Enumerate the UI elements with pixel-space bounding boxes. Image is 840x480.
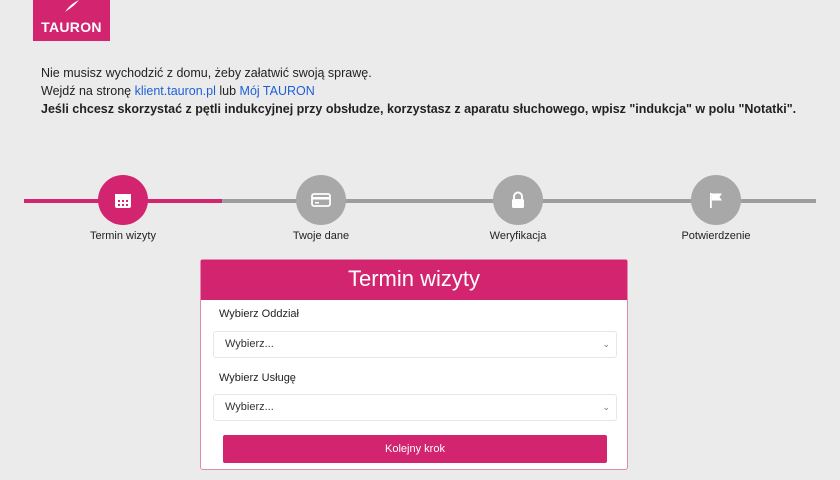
- branch-select[interactable]: Wybierz... ⌄: [213, 331, 617, 358]
- branch-label: Wybierz Oddział: [219, 308, 299, 320]
- step-circle: [493, 175, 543, 225]
- leaf-icon: [65, 0, 79, 12]
- service-select[interactable]: Wybierz... ⌄: [213, 394, 617, 421]
- step-twoje-dane: Twoje dane: [251, 175, 391, 242]
- progress-stepper: Termin wizyty Twoje dane Weryfikacja Pot…: [0, 175, 840, 245]
- link-moj-tauron[interactable]: Mój TAURON: [240, 84, 315, 98]
- logo-text: TAURON: [41, 19, 102, 35]
- form-title: Termin wizyty: [201, 260, 627, 300]
- induction-note: Jeśli chcesz skorzystać z pętli indukcyj…: [41, 102, 797, 116]
- step-circle: [98, 175, 148, 225]
- step-circle: [296, 175, 346, 225]
- calendar-icon: [115, 194, 131, 208]
- branch-select-value: Wybierz...: [225, 338, 274, 350]
- service-label: Wybierz Usługę: [219, 372, 296, 384]
- chevron-down-icon: ⌄: [602, 339, 610, 349]
- intro-text: Nie musisz wychodzić z domu, żeby załatw…: [41, 64, 801, 118]
- step-termin-wizyty: Termin wizyty: [53, 175, 193, 242]
- intro-line-2-mid: lub: [215, 84, 240, 98]
- tauron-logo[interactable]: TAURON: [33, 0, 110, 41]
- step-circle: [691, 175, 741, 225]
- intro-line-2: Wejdź na stronę klient.tauron.pl lub Mój…: [41, 82, 801, 100]
- step-potwierdzenie: Potwierdzenie: [646, 175, 786, 242]
- flag-icon: [710, 193, 722, 208]
- intro-line-2-prefix: Wejdź na stronę: [41, 84, 135, 98]
- chevron-down-icon: ⌄: [602, 402, 610, 412]
- step-label: Potwierdzenie: [681, 230, 751, 242]
- next-step-button[interactable]: Kolejny krok: [223, 435, 607, 463]
- lock-icon: [512, 191, 524, 208]
- step-weryfikacja: Weryfikacja: [448, 175, 588, 242]
- service-select-value: Wybierz...: [225, 401, 274, 413]
- link-klient-tauron[interactable]: klient.tauron.pl: [135, 84, 216, 98]
- card-icon: [311, 193, 331, 207]
- step-label: Termin wizyty: [89, 230, 156, 242]
- appointment-form-panel: Termin wizyty Wybierz Oddział Wybierz...…: [200, 259, 628, 470]
- intro-line-1: Nie musisz wychodzić z domu, żeby załatw…: [41, 66, 372, 80]
- step-label: Twoje dane: [292, 230, 350, 242]
- step-label: Weryfikacja: [489, 230, 547, 242]
